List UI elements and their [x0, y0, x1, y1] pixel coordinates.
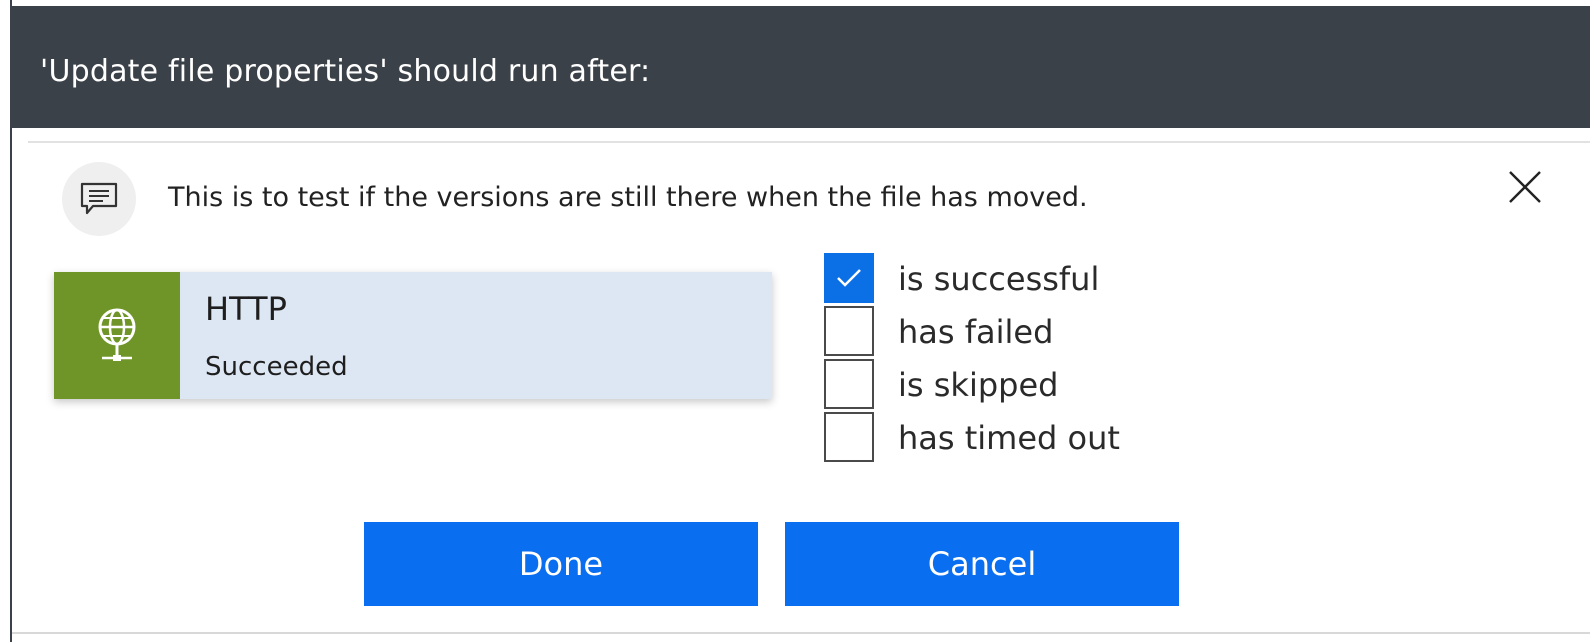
checkbox-has-failed[interactable]	[824, 306, 874, 356]
globe-icon	[98, 308, 136, 361]
action-name: HTTP	[205, 290, 287, 328]
action-card-http: HTTP Succeeded	[54, 272, 772, 399]
action-text: HTTP Succeeded	[180, 272, 772, 399]
dialog-bottom-edge	[12, 632, 1590, 634]
checkbox-has-timed-out[interactable]	[824, 412, 874, 462]
run-after-dialog: 'Update file properties' should run afte…	[0, 0, 1590, 642]
close-icon	[1509, 171, 1541, 203]
dialog-title: 'Update file properties' should run afte…	[40, 54, 651, 89]
run-after-conditions: is successful has failed is skipped has …	[824, 252, 1120, 464]
condition-label: is successful	[898, 259, 1100, 298]
cancel-button[interactable]: Cancel	[785, 522, 1179, 606]
comment-text: This is to test if the versions are stil…	[168, 182, 1088, 213]
action-icon-tile	[54, 272, 180, 399]
checkmark-icon	[837, 269, 861, 287]
condition-has-failed[interactable]: has failed	[824, 305, 1120, 358]
dialog-header: 'Update file properties' should run afte…	[12, 6, 1590, 128]
window-edge	[0, 0, 12, 642]
header-divider	[28, 141, 1590, 143]
comment-icon	[62, 162, 136, 236]
condition-is-successful[interactable]: is successful	[824, 252, 1120, 305]
condition-is-skipped[interactable]: is skipped	[824, 358, 1120, 411]
close-button[interactable]	[1502, 164, 1548, 210]
condition-has-timed-out[interactable]: has timed out	[824, 411, 1120, 464]
condition-label: has failed	[898, 312, 1054, 351]
condition-label: has timed out	[898, 418, 1120, 457]
done-button[interactable]: Done	[364, 522, 758, 606]
action-status: Succeeded	[205, 352, 348, 382]
condition-label: is skipped	[898, 365, 1059, 404]
checkbox-is-successful[interactable]	[824, 253, 874, 303]
checkbox-is-skipped[interactable]	[824, 359, 874, 409]
